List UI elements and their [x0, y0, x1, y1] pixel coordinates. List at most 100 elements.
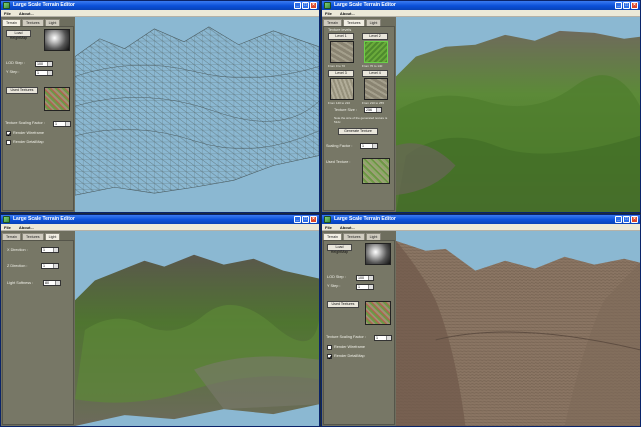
- light-softness-input[interactable]: 80: [43, 280, 61, 286]
- render-wireframe-checkbox[interactable]: [327, 345, 332, 350]
- minimize-icon[interactable]: _: [294, 2, 301, 9]
- tab-light[interactable]: Light: [44, 19, 61, 26]
- level-3-button[interactable]: Level 3: [328, 70, 354, 77]
- control-panel: Terrain Textures Light Load HeightMap LO…: [322, 231, 396, 426]
- lod-step-label: LOD Step :: [327, 275, 346, 279]
- tab-page-terrain: Load HeightMap LOD Step : 100 Y Step : 1…: [2, 26, 74, 211]
- z-direction-input[interactable]: 1: [41, 263, 59, 269]
- render-detailmap-checkbox[interactable]: [6, 140, 11, 145]
- texture-scaling-input[interactable]: 1: [53, 121, 71, 127]
- level-3-texture: [330, 78, 354, 100]
- menu-about[interactable]: About...: [19, 224, 34, 230]
- texture-size-input[interactable]: 256: [364, 107, 382, 113]
- menu-file[interactable]: File: [325, 224, 332, 230]
- light-softness-label: Light Softness :: [7, 281, 34, 285]
- menu-about[interactable]: About...: [340, 224, 355, 230]
- terrain-viewport[interactable]: [396, 231, 640, 426]
- maximize-icon[interactable]: □: [623, 2, 630, 9]
- tab-terrain[interactable]: Terrain: [2, 19, 21, 26]
- maximize-icon[interactable]: □: [623, 216, 630, 223]
- render-detailmap-checkbox[interactable]: [327, 354, 332, 359]
- detailmap-terrain: [396, 231, 640, 426]
- tab-textures[interactable]: Textures: [342, 233, 365, 240]
- level-4-range: From 210 to 255: [362, 101, 385, 105]
- app-icon: [3, 216, 10, 223]
- maximize-icon[interactable]: □: [302, 2, 309, 9]
- level-2-range: From 70 to 140: [362, 64, 383, 68]
- menu-about[interactable]: About...: [340, 10, 355, 16]
- minimize-icon[interactable]: _: [294, 216, 301, 223]
- control-panel: Terrain Textures Light Load HeightMap LO…: [1, 17, 75, 212]
- x-direction-input[interactable]: 1: [41, 247, 59, 253]
- maximize-icon[interactable]: □: [302, 216, 309, 223]
- minimize-icon[interactable]: _: [615, 216, 622, 223]
- terrain-viewport[interactable]: [396, 17, 640, 212]
- tab-textures[interactable]: Textures: [21, 233, 44, 240]
- y-step-input[interactable]: 1: [356, 284, 374, 290]
- terrain-viewport[interactable]: [75, 17, 319, 212]
- terrain-viewport[interactable]: [75, 231, 319, 426]
- app-icon: [324, 2, 331, 9]
- lod-step-input[interactable]: 100: [356, 275, 374, 281]
- wireframe-terrain: [75, 17, 319, 212]
- x-direction-label: X Direction :: [7, 248, 28, 252]
- window-title: Large Scale Terrain Editor: [13, 2, 75, 8]
- close-icon[interactable]: ×: [310, 2, 317, 9]
- editor-window-detailmap: Large Scale Terrain Editor _ □ × File Ab…: [321, 214, 641, 427]
- menu-file[interactable]: File: [4, 224, 11, 230]
- title-bar[interactable]: Large Scale Terrain Editor _ □ ×: [1, 1, 319, 10]
- menu-bar: File About...: [1, 10, 319, 17]
- tab-textures[interactable]: Textures: [21, 19, 44, 26]
- menu-file[interactable]: File: [4, 10, 11, 16]
- close-icon[interactable]: ×: [310, 216, 317, 223]
- level-1-button[interactable]: Level 1: [328, 33, 354, 40]
- textured-terrain: [396, 17, 640, 212]
- tab-page-textures: Texture levels Level 1 Level 2 From 0 to…: [323, 26, 395, 211]
- tab-terrain[interactable]: Terrain: [323, 233, 342, 240]
- minimize-icon[interactable]: _: [615, 2, 622, 9]
- used-textures-button[interactable]: Used Textures: [327, 301, 359, 308]
- title-bar[interactable]: Large Scale Terrain Editor _ □ ×: [322, 215, 640, 224]
- menu-about[interactable]: About...: [19, 10, 34, 16]
- texture-preview: [365, 301, 391, 325]
- texture-scaling-input[interactable]: 1: [374, 335, 392, 341]
- close-icon[interactable]: ×: [631, 2, 638, 9]
- used-textures-button[interactable]: Used Textures: [6, 87, 38, 94]
- title-bar[interactable]: Large Scale Terrain Editor _ □ ×: [322, 1, 640, 10]
- texture-scaling-label: Texture Scaling Factor :: [326, 335, 366, 339]
- generate-texture-button[interactable]: Generate Texture: [338, 128, 378, 135]
- heightmap-preview: [44, 29, 70, 51]
- render-wireframe-checkbox[interactable]: [6, 131, 11, 136]
- texture-size-label: Texture Size :: [334, 108, 358, 112]
- level-3-range: From 140 to 210: [328, 101, 351, 105]
- tab-light[interactable]: Light: [365, 233, 382, 240]
- render-wireframe-label: Render Wireframe: [334, 345, 366, 349]
- editor-window-wireframe: Large Scale Terrain Editor _ □ × File Ab…: [0, 0, 320, 213]
- app-icon: [3, 2, 10, 9]
- y-step-input[interactable]: 1: [35, 70, 53, 76]
- title-bar[interactable]: Large Scale Terrain Editor _ □ ×: [1, 215, 319, 224]
- window-title: Large Scale Terrain Editor: [334, 216, 396, 222]
- level-2-texture: [364, 41, 388, 63]
- tab-terrain[interactable]: Terrain: [323, 19, 342, 26]
- tab-textures[interactable]: Textures: [342, 19, 365, 26]
- scaling-factor-input[interactable]: 1: [360, 143, 378, 149]
- menu-bar: File About...: [322, 224, 640, 231]
- level-4-button[interactable]: Level 4: [362, 70, 388, 77]
- render-wireframe-label: Render Wireframe: [13, 131, 45, 135]
- close-icon[interactable]: ×: [631, 216, 638, 223]
- tab-light[interactable]: Light: [365, 19, 382, 26]
- control-panel: Terrain Textures Light X Direction : 1 Z…: [1, 231, 75, 426]
- window-title: Large Scale Terrain Editor: [334, 2, 396, 8]
- load-heightmap-button[interactable]: Load HeightMap: [327, 244, 352, 254]
- lod-step-input[interactable]: 100: [35, 61, 53, 67]
- texture-scaling-label: Texture Scaling Factor :: [5, 121, 45, 125]
- menu-file[interactable]: File: [325, 10, 332, 16]
- load-heightmap-button[interactable]: Load HeightMap: [6, 30, 31, 40]
- tab-terrain[interactable]: Terrain: [2, 233, 21, 240]
- tab-light[interactable]: Light: [44, 233, 61, 240]
- level-2-button[interactable]: Level 2: [362, 33, 388, 40]
- level-1-texture: [330, 41, 354, 63]
- scaling-factor-label: Scaling Factor :: [326, 144, 353, 148]
- menu-bar: File About...: [1, 224, 319, 231]
